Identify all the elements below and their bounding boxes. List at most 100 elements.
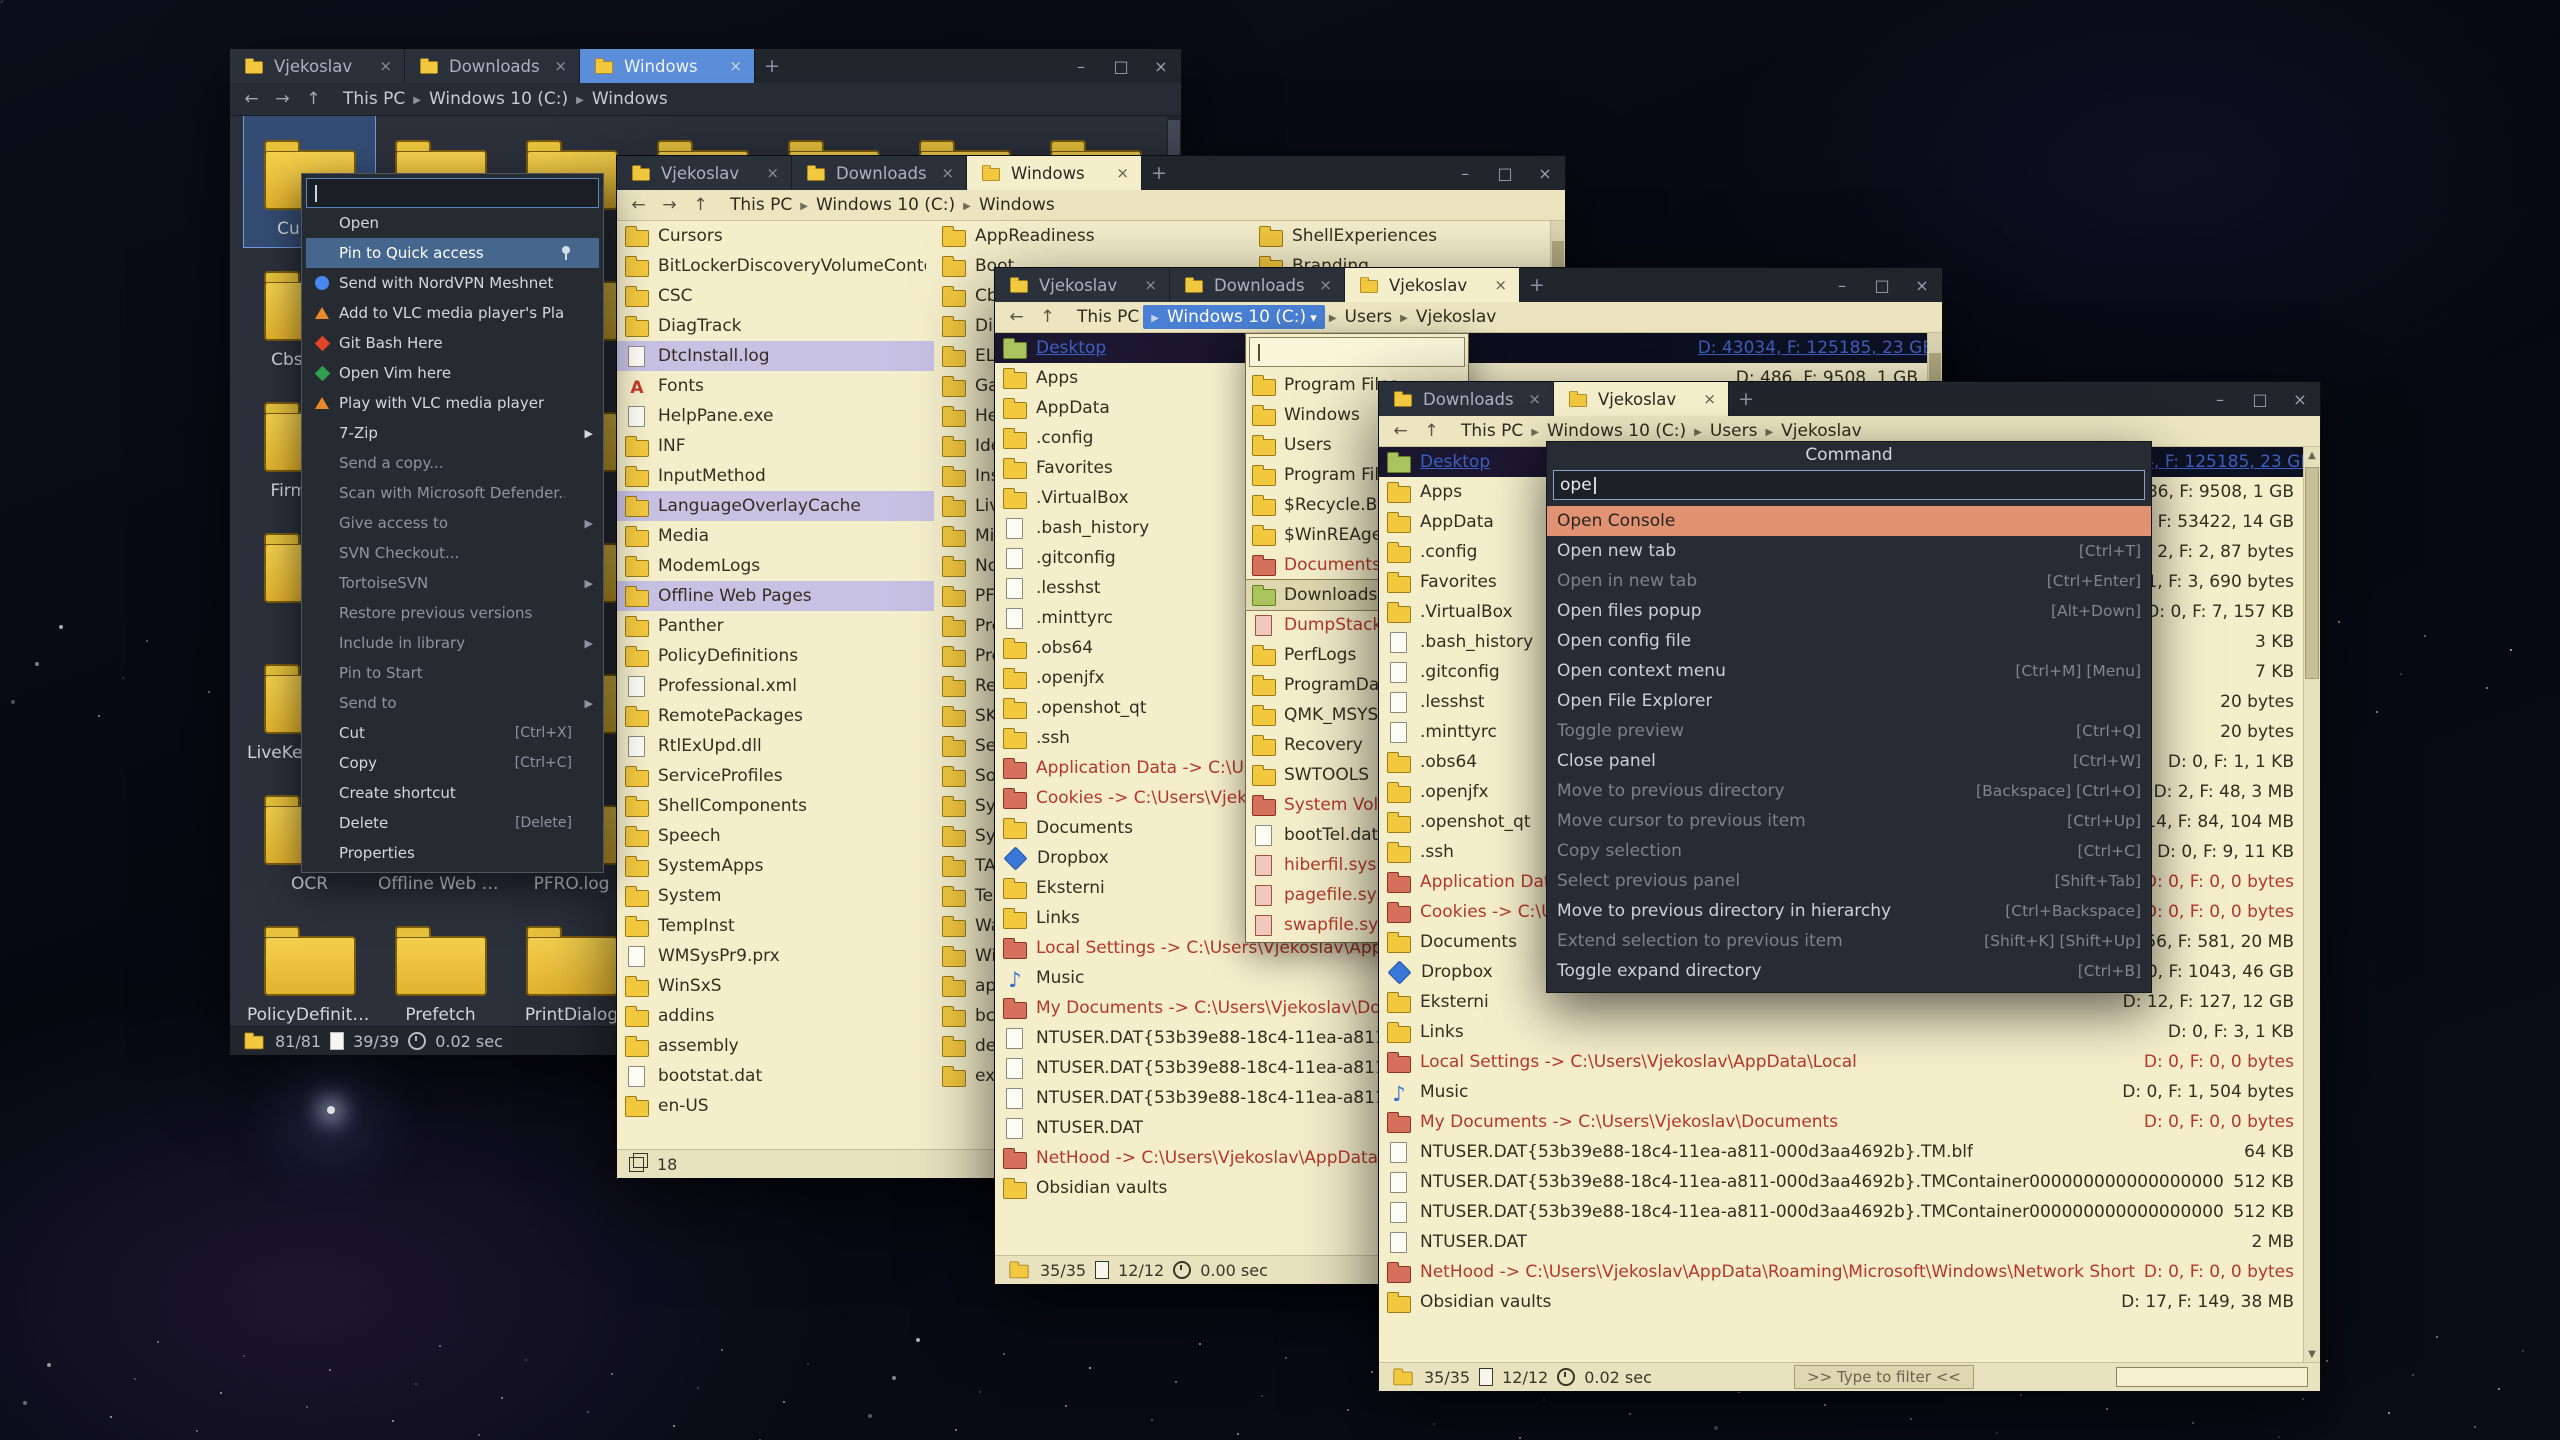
- tab-close-icon[interactable]: [1319, 276, 1332, 294]
- file-row[interactable]: INF: [617, 431, 934, 461]
- tab[interactable]: Downloads: [405, 49, 580, 83]
- file-row[interactable]: en-US: [617, 1091, 934, 1121]
- command-item[interactable]: Copy selection [Ctrl+C]: [1547, 836, 2151, 866]
- command-input[interactable]: ope: [1553, 470, 2145, 500]
- command-item[interactable]: Toggle preview [Ctrl+Q]: [1547, 716, 2151, 746]
- forward-button[interactable]: →: [656, 193, 683, 217]
- new-tab-button[interactable]: +: [1729, 382, 1763, 416]
- command-item[interactable]: Open config file: [1547, 626, 2151, 656]
- maximize-button[interactable]: □: [1862, 268, 1902, 302]
- menu-item[interactable]: Include in library: [306, 628, 599, 658]
- titlebar[interactable]: Vjekoslav Downloads Windows + – □ ×: [230, 49, 1181, 83]
- close-button[interactable]: ×: [2280, 382, 2320, 416]
- menu-item[interactable]: Scan with Microsoft Defender...: [306, 478, 599, 508]
- menu-item[interactable]: Pin to Start: [306, 658, 599, 688]
- up-button[interactable]: ↑: [687, 193, 714, 217]
- command-item[interactable]: Move to previous directory [Backspace] […: [1547, 776, 2151, 806]
- tab[interactable]: Windows: [580, 49, 755, 83]
- filter-input[interactable]: [2116, 1367, 2308, 1387]
- tab-close-icon[interactable]: [729, 57, 742, 75]
- close-button[interactable]: ×: [1525, 156, 1565, 190]
- minimize-button[interactable]: –: [2200, 382, 2240, 416]
- command-item[interactable]: Close panel [Ctrl+W]: [1547, 746, 2151, 776]
- up-button[interactable]: ↑: [300, 87, 327, 111]
- file-row[interactable]: NTUSER.DAT{53b39e88-18c4-11ea-a811-000d3…: [1379, 1137, 2302, 1167]
- scrollbar-thumb[interactable]: [2305, 467, 2319, 679]
- back-button[interactable]: ←: [625, 193, 652, 217]
- file-row[interactable]: Offline Web Pages: [617, 581, 934, 611]
- menu-item[interactable]: Cut [Ctrl+X]: [306, 718, 599, 748]
- up-button[interactable]: ↑: [1034, 305, 1061, 329]
- breadcrumb-item[interactable]: This PC: [726, 194, 796, 216]
- maximize-button[interactable]: □: [1101, 49, 1141, 83]
- scroll-up-arrow-icon[interactable]: [2304, 447, 2320, 463]
- file-row[interactable]: NTUSER.DAT{53b39e88-18c4-11ea-a811-000d3…: [1379, 1197, 2302, 1227]
- minimize-button[interactable]: –: [1061, 49, 1101, 83]
- titlebar[interactable]: Downloads Vjekoslav + – □ ×: [1379, 382, 2320, 416]
- file-row[interactable]: My Documents -> C:\Users\Vjekoslav\Docum…: [1379, 1107, 2302, 1137]
- file-row[interactable]: bootstat.dat: [617, 1061, 934, 1091]
- maximize-button[interactable]: □: [1485, 156, 1525, 190]
- file-row[interactable]: NetHood -> C:\Users\Vjekoslav\AppData\Ro…: [1379, 1257, 2302, 1287]
- dropdown-filter-input[interactable]: [1249, 337, 1465, 367]
- tab[interactable]: Vjekoslav: [230, 49, 405, 83]
- scroll-down-arrow-icon[interactable]: [2304, 1346, 2320, 1362]
- up-button[interactable]: ↑: [1418, 419, 1445, 443]
- breadcrumb-item[interactable]: This PC: [1073, 306, 1143, 328]
- command-item[interactable]: Extend selection to previous item [Shift…: [1547, 926, 2151, 956]
- file-row[interactable]: Media: [617, 521, 934, 551]
- command-item[interactable]: Open new tab [Ctrl+T]: [1547, 536, 2151, 566]
- command-item[interactable]: Move cursor to previous item [Ctrl+Up]: [1547, 806, 2151, 836]
- breadcrumb-item[interactable]: Vjekoslav: [1761, 420, 1865, 442]
- file-row[interactable]: AppReadiness: [934, 221, 1251, 251]
- tab-close-icon[interactable]: [941, 164, 954, 182]
- menu-item[interactable]: Restore previous versions: [306, 598, 599, 628]
- file-row[interactable]: LanguageOverlayCache: [617, 491, 934, 521]
- menu-item[interactable]: Play with VLC media player: [306, 388, 599, 418]
- command-item[interactable]: Open context menu [Ctrl+M] [Menu]: [1547, 656, 2151, 686]
- new-tab-button[interactable]: +: [1520, 268, 1554, 302]
- menu-search-input[interactable]: [306, 178, 599, 208]
- command-item[interactable]: Move to previous directory in hierarchy …: [1547, 896, 2151, 926]
- menu-item[interactable]: Properties: [306, 838, 599, 868]
- tab-close-icon[interactable]: [554, 57, 567, 75]
- breadcrumb-item[interactable]: Windows: [959, 194, 1059, 216]
- scrollbar[interactable]: [2303, 447, 2320, 1362]
- tab[interactable]: Downloads: [1170, 268, 1345, 302]
- menu-item[interactable]: Send a copy...: [306, 448, 599, 478]
- tab[interactable]: Vjekoslav: [1554, 382, 1729, 416]
- menu-item[interactable]: Pin to Quick access: [306, 238, 599, 268]
- tab[interactable]: Downloads: [1379, 382, 1554, 416]
- menu-item[interactable]: Git Bash Here: [306, 328, 599, 358]
- file-row[interactable]: TempInst: [617, 911, 934, 941]
- close-button[interactable]: ×: [1902, 268, 1942, 302]
- file-row[interactable]: ShellExperiences: [1251, 221, 1565, 251]
- tab[interactable]: Vjekoslav: [995, 268, 1170, 302]
- menu-item[interactable]: SVN Checkout...: [306, 538, 599, 568]
- menu-item[interactable]: Copy [Ctrl+C]: [306, 748, 599, 778]
- tab-close-icon[interactable]: [1144, 276, 1157, 294]
- file-row[interactable]: Professional.xml: [617, 671, 934, 701]
- file-row[interactable]: Speech: [617, 821, 934, 851]
- titlebar[interactable]: Vjekoslav Downloads Vjekoslav + – □ ×: [995, 268, 1942, 302]
- file-row[interactable]: Panther: [617, 611, 934, 641]
- menu-item[interactable]: TortoiseSVN: [306, 568, 599, 598]
- file-row[interactable]: Local Settings -> C:\Users\Vjekoslav\App…: [1379, 1047, 2302, 1077]
- breadcrumb-item[interactable]: Windows 10 (C:): [796, 194, 959, 216]
- menu-item[interactable]: Send to: [306, 688, 599, 718]
- file-row[interactable]: Links D: 0, F: 3, 1 KB: [1379, 1017, 2302, 1047]
- breadcrumb-item[interactable]: Windows: [572, 88, 672, 110]
- file-row[interactable]: addins: [617, 1001, 934, 1031]
- tab[interactable]: Windows: [967, 156, 1142, 190]
- file-row[interactable]: ShellComponents: [617, 791, 934, 821]
- menu-item[interactable]: Send with NordVPN Meshnet: [306, 268, 599, 298]
- breadcrumb-item[interactable]: This PC: [339, 88, 409, 110]
- file-row[interactable]: RemotePackages: [617, 701, 934, 731]
- breadcrumb-item[interactable]: Windows 10 (C:): [1143, 305, 1325, 329]
- tab[interactable]: Vjekoslav: [1345, 268, 1520, 302]
- file-row[interactable]: RtlExUpd.dll: [617, 731, 934, 761]
- tab-close-icon[interactable]: [379, 57, 392, 75]
- breadcrumb-item[interactable]: Windows 10 (C:): [409, 88, 572, 110]
- titlebar[interactable]: Vjekoslav Downloads Windows + – □ ×: [617, 156, 1565, 190]
- tab-close-icon[interactable]: [1494, 276, 1507, 294]
